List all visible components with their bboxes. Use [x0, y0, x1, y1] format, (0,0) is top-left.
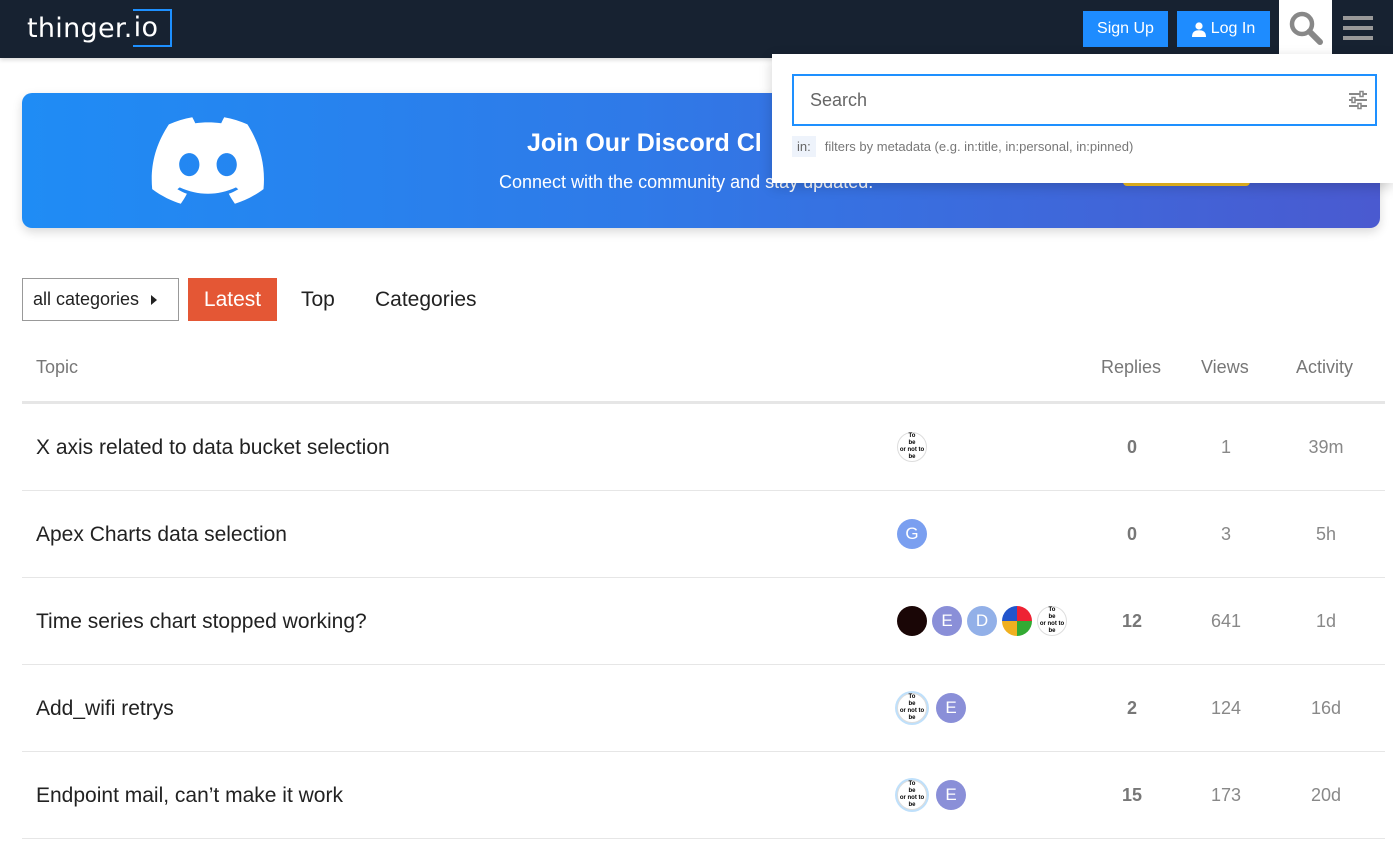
column-header-replies[interactable]: Replies [1101, 357, 1161, 378]
topic-posters: To be or not to be [897, 432, 927, 464]
activity-time[interactable]: 16d [1276, 698, 1376, 719]
log-in-label: Log In [1210, 20, 1256, 37]
avatar[interactable]: To be or not to be [897, 432, 927, 462]
search-input[interactable] [792, 74, 1377, 126]
column-header-views[interactable]: Views [1201, 357, 1249, 378]
activity-time[interactable]: 20d [1276, 785, 1376, 806]
replies-count[interactable]: 15 [1082, 785, 1182, 806]
views-count: 173 [1210, 785, 1242, 805]
avatar[interactable] [897, 606, 927, 636]
sliders-icon[interactable] [1347, 89, 1369, 111]
logo-text: thinger. [27, 12, 133, 44]
site-header: thinger. io Sign Up Log In [0, 0, 1393, 58]
search-hint: in: filters by metadata (e.g. in:title, … [792, 136, 1133, 157]
hamburger-menu-button[interactable] [1335, 6, 1381, 50]
avatar[interactable]: E [936, 780, 966, 810]
replies-count[interactable]: 12 [1082, 611, 1182, 632]
site-logo[interactable]: thinger. io [27, 9, 173, 47]
table-row: Apex Charts data selection G 0 3 5h [22, 491, 1385, 578]
column-header-topic: Topic [36, 357, 79, 377]
avatar[interactable] [1002, 606, 1032, 636]
discord-logo-icon [151, 117, 264, 204]
topic-posters: G [897, 519, 927, 551]
topic-title-link[interactable]: X axis related to data bucket selection [36, 436, 390, 460]
user-icon [1191, 21, 1206, 37]
search-icon [1289, 11, 1323, 45]
topic-title-link[interactable]: Apex Charts data selection [36, 523, 287, 547]
category-dropdown[interactable]: all categories [22, 278, 179, 321]
category-dropdown-label: all categories [33, 289, 140, 309]
avatar[interactable]: D [967, 606, 997, 636]
replies-count[interactable]: 0 [1082, 437, 1182, 458]
tab-top[interactable]: Top [289, 278, 347, 321]
avatar[interactable]: E [932, 606, 962, 636]
tab-categories[interactable]: Categories [363, 278, 489, 321]
avatar[interactable]: G [897, 519, 927, 549]
column-header-activity[interactable]: Activity [1296, 357, 1353, 378]
topic-posters: E D To be or not to be [897, 606, 1067, 638]
banner-title: Join Our Discord Cl [527, 129, 762, 157]
sign-up-button[interactable]: Sign Up [1083, 11, 1168, 47]
topic-title-link[interactable]: Time series chart stopped working? [36, 610, 367, 634]
search-hint-text: filters by metadata (e.g. in:title, in:p… [824, 139, 1134, 154]
topic-title-link[interactable]: Endpoint mail, can’t make it work [36, 784, 343, 808]
table-row: Endpoint mail, can’t make it work To be or… [22, 752, 1385, 839]
search-dropdown-panel: in: filters by metadata (e.g. in:title, … [772, 54, 1393, 183]
views-count: 3 [1220, 524, 1231, 544]
avatar[interactable]: E [936, 693, 966, 723]
avatar[interactable]: To be or not to be [897, 693, 927, 723]
caret-right-icon [151, 294, 158, 305]
replies-count[interactable]: 2 [1082, 698, 1182, 719]
avatar[interactable]: To be or not to be [1037, 606, 1067, 636]
replies-count[interactable]: 0 [1082, 524, 1182, 545]
hamburger-menu-icon [1343, 16, 1373, 40]
views-count: 1 [1220, 437, 1231, 457]
logo-suffix: io [132, 9, 173, 47]
search-hint-tag[interactable]: in: [792, 136, 816, 157]
table-row: Add_wifi retrys To be or not to be E 2 124 … [22, 665, 1385, 752]
topic-posters: To be or not to be E [897, 693, 966, 725]
avatar[interactable]: To be or not to be [897, 780, 927, 810]
log-in-button[interactable]: Log In [1177, 11, 1270, 47]
table-row: Time series chart stopped working? E D T… [22, 578, 1385, 665]
views-count: 641 [1210, 611, 1242, 631]
tab-latest[interactable]: Latest [188, 278, 277, 321]
search-toggle-button[interactable] [1279, 0, 1332, 56]
activity-time[interactable]: 39m [1276, 437, 1376, 458]
views-count: 124 [1210, 698, 1242, 718]
table-row: X axis related to data bucket selection … [22, 404, 1385, 491]
topic-title-link[interactable]: Add_wifi retrys [36, 697, 174, 721]
activity-time[interactable]: 5h [1276, 524, 1376, 545]
topic-posters: To be or not to be E [897, 780, 966, 812]
activity-time[interactable]: 1d [1276, 611, 1376, 632]
